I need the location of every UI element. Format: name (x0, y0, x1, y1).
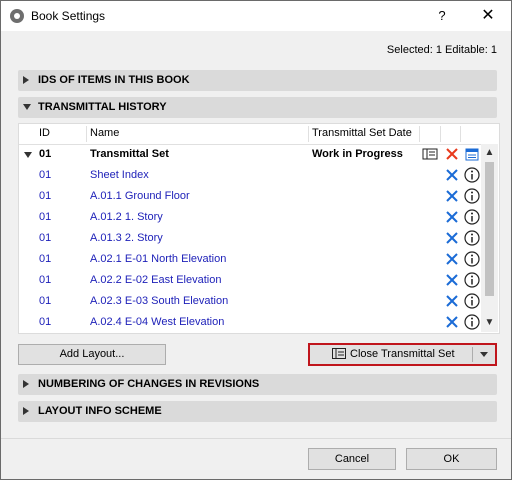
delete-icon[interactable] (444, 188, 460, 204)
add-layout-button[interactable]: Add Layout... (18, 344, 166, 365)
vertical-scrollbar[interactable]: ▲ ▼ (481, 144, 498, 332)
table-row[interactable]: 01 A.02.2 E-02 East Elevation (19, 270, 481, 291)
row-id: 01 (39, 295, 52, 307)
cancel-button[interactable]: Cancel (308, 448, 396, 470)
section-layout-info-scheme[interactable]: LAYOUT INFO SCHEME (18, 401, 497, 422)
transmittal-book-icon[interactable] (422, 147, 438, 161)
column-header-id[interactable]: ID (39, 127, 50, 139)
info-icon[interactable] (464, 272, 480, 288)
info-icon[interactable] (464, 167, 480, 183)
table-row[interactable]: 01 A.02.1 E-01 North Elevation (19, 249, 481, 270)
row-id: 01 (39, 148, 52, 160)
ok-button[interactable]: OK (406, 448, 497, 470)
table-row[interactable]: 01 A.01.1 Ground Floor (19, 186, 481, 207)
section-numbering-of-changes[interactable]: NUMBERING OF CHANGES IN REVISIONS (18, 374, 497, 395)
row-id: 01 (39, 274, 52, 286)
section-label: NUMBERING OF CHANGES IN REVISIONS (38, 378, 260, 390)
table-row-transmittal-set[interactable]: 01 Transmittal Set Work in Progress (19, 144, 481, 165)
row-name: A.01.1 Ground Floor (90, 190, 190, 202)
table-row[interactable]: 01 A.02.3 E-03 South Elevation (19, 291, 481, 312)
info-icon[interactable] (464, 230, 480, 246)
delete-icon[interactable] (444, 272, 460, 288)
scroll-up-icon[interactable]: ▲ (481, 144, 498, 161)
selection-status: Selected: 1 Editable: 1 (386, 44, 497, 56)
transmittal-book-icon (332, 348, 346, 359)
table-row[interactable]: 01 A.01.2 1. Story (19, 207, 481, 228)
dropdown-arrow-button[interactable] (473, 345, 495, 364)
delete-icon[interactable] (444, 209, 460, 225)
row-id: 01 (39, 316, 52, 328)
footer-divider (1, 438, 511, 439)
table-header: ID Name Transmittal Set Date (19, 124, 481, 145)
column-header-name[interactable]: Name (90, 127, 119, 139)
delete-icon[interactable] (444, 167, 460, 183)
delete-icon[interactable] (444, 230, 460, 246)
row-id: 01 (39, 169, 52, 181)
app-icon (10, 9, 24, 23)
title-bar: Book Settings ? ✕ (1, 1, 511, 31)
delete-icon[interactable] (444, 293, 460, 309)
close-transmittal-set-label: Close Transmittal Set (350, 348, 455, 360)
delete-icon[interactable] (444, 314, 460, 330)
delete-icon[interactable] (444, 251, 460, 267)
row-id: 01 (39, 232, 52, 244)
chevron-down-icon (480, 352, 488, 357)
collapse-arrow-icon (23, 104, 31, 110)
row-name: A.01.3 2. Story (90, 232, 163, 244)
section-label: TRANSMITTAL HISTORY (38, 101, 167, 113)
row-id: 01 (39, 190, 52, 202)
close-window-button[interactable]: ✕ (473, 5, 503, 27)
transmittal-table: ID Name Transmittal Set Date 01 Transmit… (18, 123, 500, 334)
expand-arrow-icon (23, 380, 29, 388)
row-name: A.02.2 E-02 East Elevation (90, 274, 222, 286)
info-icon[interactable] (464, 209, 480, 225)
section-transmittal-history[interactable]: TRANSMITTAL HISTORY (18, 97, 497, 118)
row-name: A.01.2 1. Story (90, 211, 163, 223)
row-date: Work in Progress (312, 148, 403, 160)
row-name: Sheet Index (90, 169, 149, 181)
row-id: 01 (39, 211, 52, 223)
section-label: IDS OF ITEMS IN THIS BOOK (38, 74, 190, 86)
delete-icon[interactable] (444, 146, 460, 162)
row-name: A.02.4 E-04 West Elevation (90, 316, 225, 328)
section-label: LAYOUT INFO SCHEME (38, 405, 162, 417)
close-transmittal-set-button[interactable]: Close Transmittal Set (310, 345, 472, 364)
section-ids-of-items[interactable]: IDS OF ITEMS IN THIS BOOK (18, 70, 497, 91)
info-icon[interactable] (464, 314, 480, 330)
row-name: Transmittal Set (90, 148, 169, 160)
table-row[interactable]: 01 A.01.3 2. Story (19, 228, 481, 249)
row-name: A.02.3 E-03 South Elevation (90, 295, 229, 307)
properties-icon[interactable] (464, 146, 480, 162)
scroll-thumb[interactable] (485, 162, 494, 296)
collapse-arrow-icon[interactable] (24, 152, 32, 158)
table-row[interactable]: 01 Sheet Index (19, 165, 481, 186)
expand-arrow-icon (23, 76, 29, 84)
table-row[interactable]: 01 A.02.4 E-04 West Elevation (19, 312, 481, 333)
expand-arrow-icon (23, 407, 29, 415)
column-header-date[interactable]: Transmittal Set Date (312, 127, 412, 139)
row-name: A.02.1 E-01 North Elevation (90, 253, 227, 265)
info-icon[interactable] (464, 188, 480, 204)
scroll-down-icon[interactable]: ▼ (481, 314, 498, 331)
help-button[interactable]: ? (429, 6, 455, 26)
row-id: 01 (39, 253, 52, 265)
info-icon[interactable] (464, 293, 480, 309)
close-transmittal-set-split-button: Close Transmittal Set (308, 343, 497, 366)
info-icon[interactable] (464, 251, 480, 267)
book-settings-dialog: Book Settings ? ✕ Selected: 1 Editable: … (0, 0, 512, 480)
window-title: Book Settings (31, 9, 106, 23)
